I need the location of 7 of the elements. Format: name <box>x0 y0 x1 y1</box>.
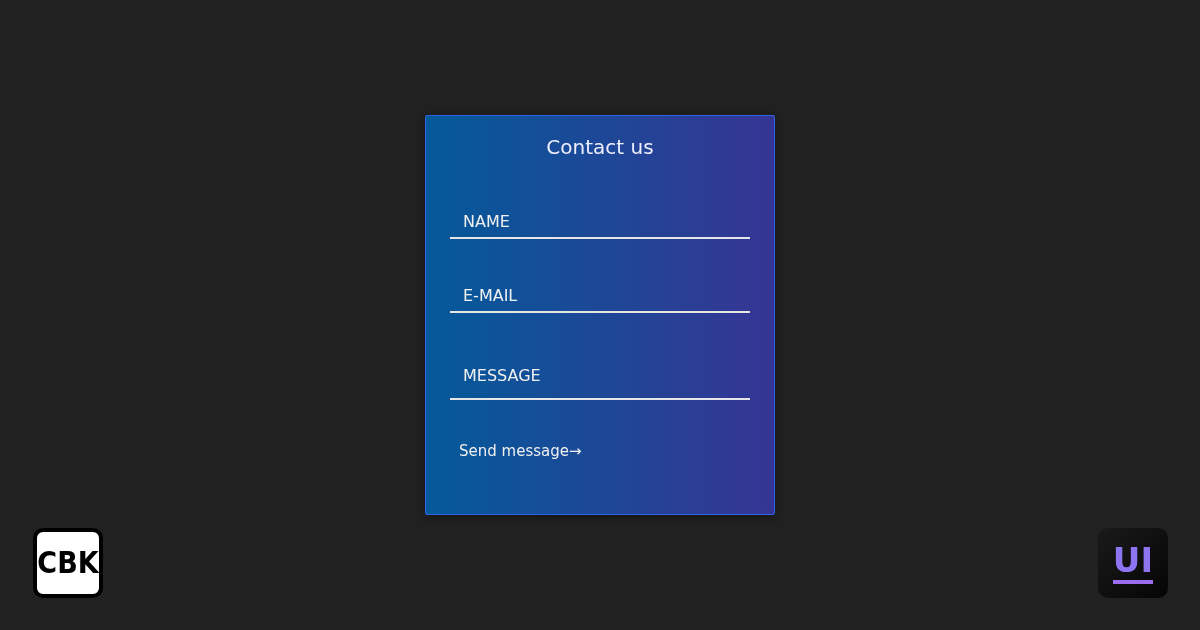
logo: CBK <box>33 528 103 598</box>
logo: UI <box>1098 528 1168 598</box>
send-button[interactable]: Send message→ <box>450 438 591 464</box>
input-field[interactable]: E-MAIL <box>450 279 750 313</box>
message-field[interactable]: MESSAGE <box>450 358 750 400</box>
input-field[interactable]: NAME <box>450 205 750 239</box>
form-title: Contact us <box>545 134 655 160</box>
